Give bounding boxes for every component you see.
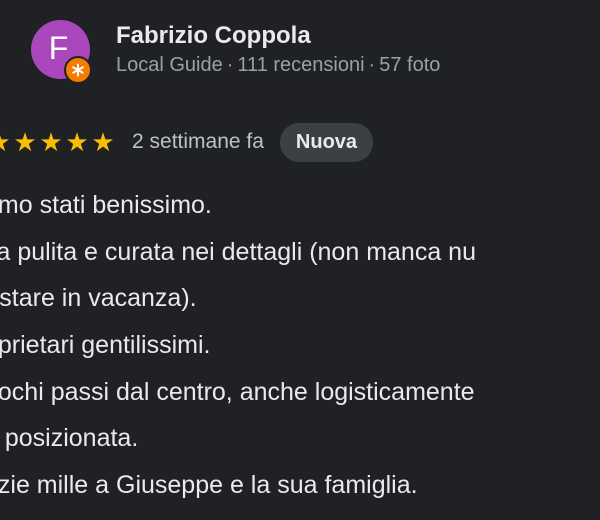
review-line: azie mille a Giuseppe e la sua famiglia. (0, 471, 418, 500)
star-rating: ★ ★ ★ ★ ★ (0, 129, 116, 155)
meta-separator: · (368, 54, 376, 76)
review-header: F Fabrizio Coppola Local Guide · 111 recen… (0, 0, 600, 110)
review-line: oprietari gentilissimi. (0, 331, 211, 360)
review-count: 111 recensioni (237, 54, 365, 76)
star-icon: ★ (65, 127, 89, 157)
review-line: amo stati benissimo. (0, 191, 212, 219)
review-date: 2 settimane fa (132, 130, 264, 153)
star-icon: ★ (91, 127, 115, 157)
star-icon: ★ (13, 127, 37, 157)
review-line: sa pulita e curata nei dettagli (non man… (0, 237, 476, 266)
new-badge: Nuova (279, 122, 374, 162)
rating-row: ★ ★ ★ ★ ★ 2 settimane fa Nuova (0, 122, 374, 162)
local-guide-label: Local Guide (116, 54, 223, 76)
review-line: pochi passi dal centro, anche logisticam… (0, 377, 475, 406)
star-icon: ★ (39, 127, 63, 157)
star-icon: ★ (0, 129, 12, 155)
review-line: r stare in vacanza). (0, 284, 197, 313)
local-guide-star-icon (64, 56, 92, 84)
meta-separator: · (226, 54, 234, 76)
author-name[interactable]: Fabrizio Coppola (116, 22, 311, 50)
review-text: amo stati benissimo. sa pulita e curata … (0, 182, 476, 509)
review-line: n posizionata. (0, 424, 139, 453)
author-meta: Local Guide · 111 recensioni · 57 foto (116, 54, 440, 77)
photo-count: 57 foto (379, 54, 441, 76)
